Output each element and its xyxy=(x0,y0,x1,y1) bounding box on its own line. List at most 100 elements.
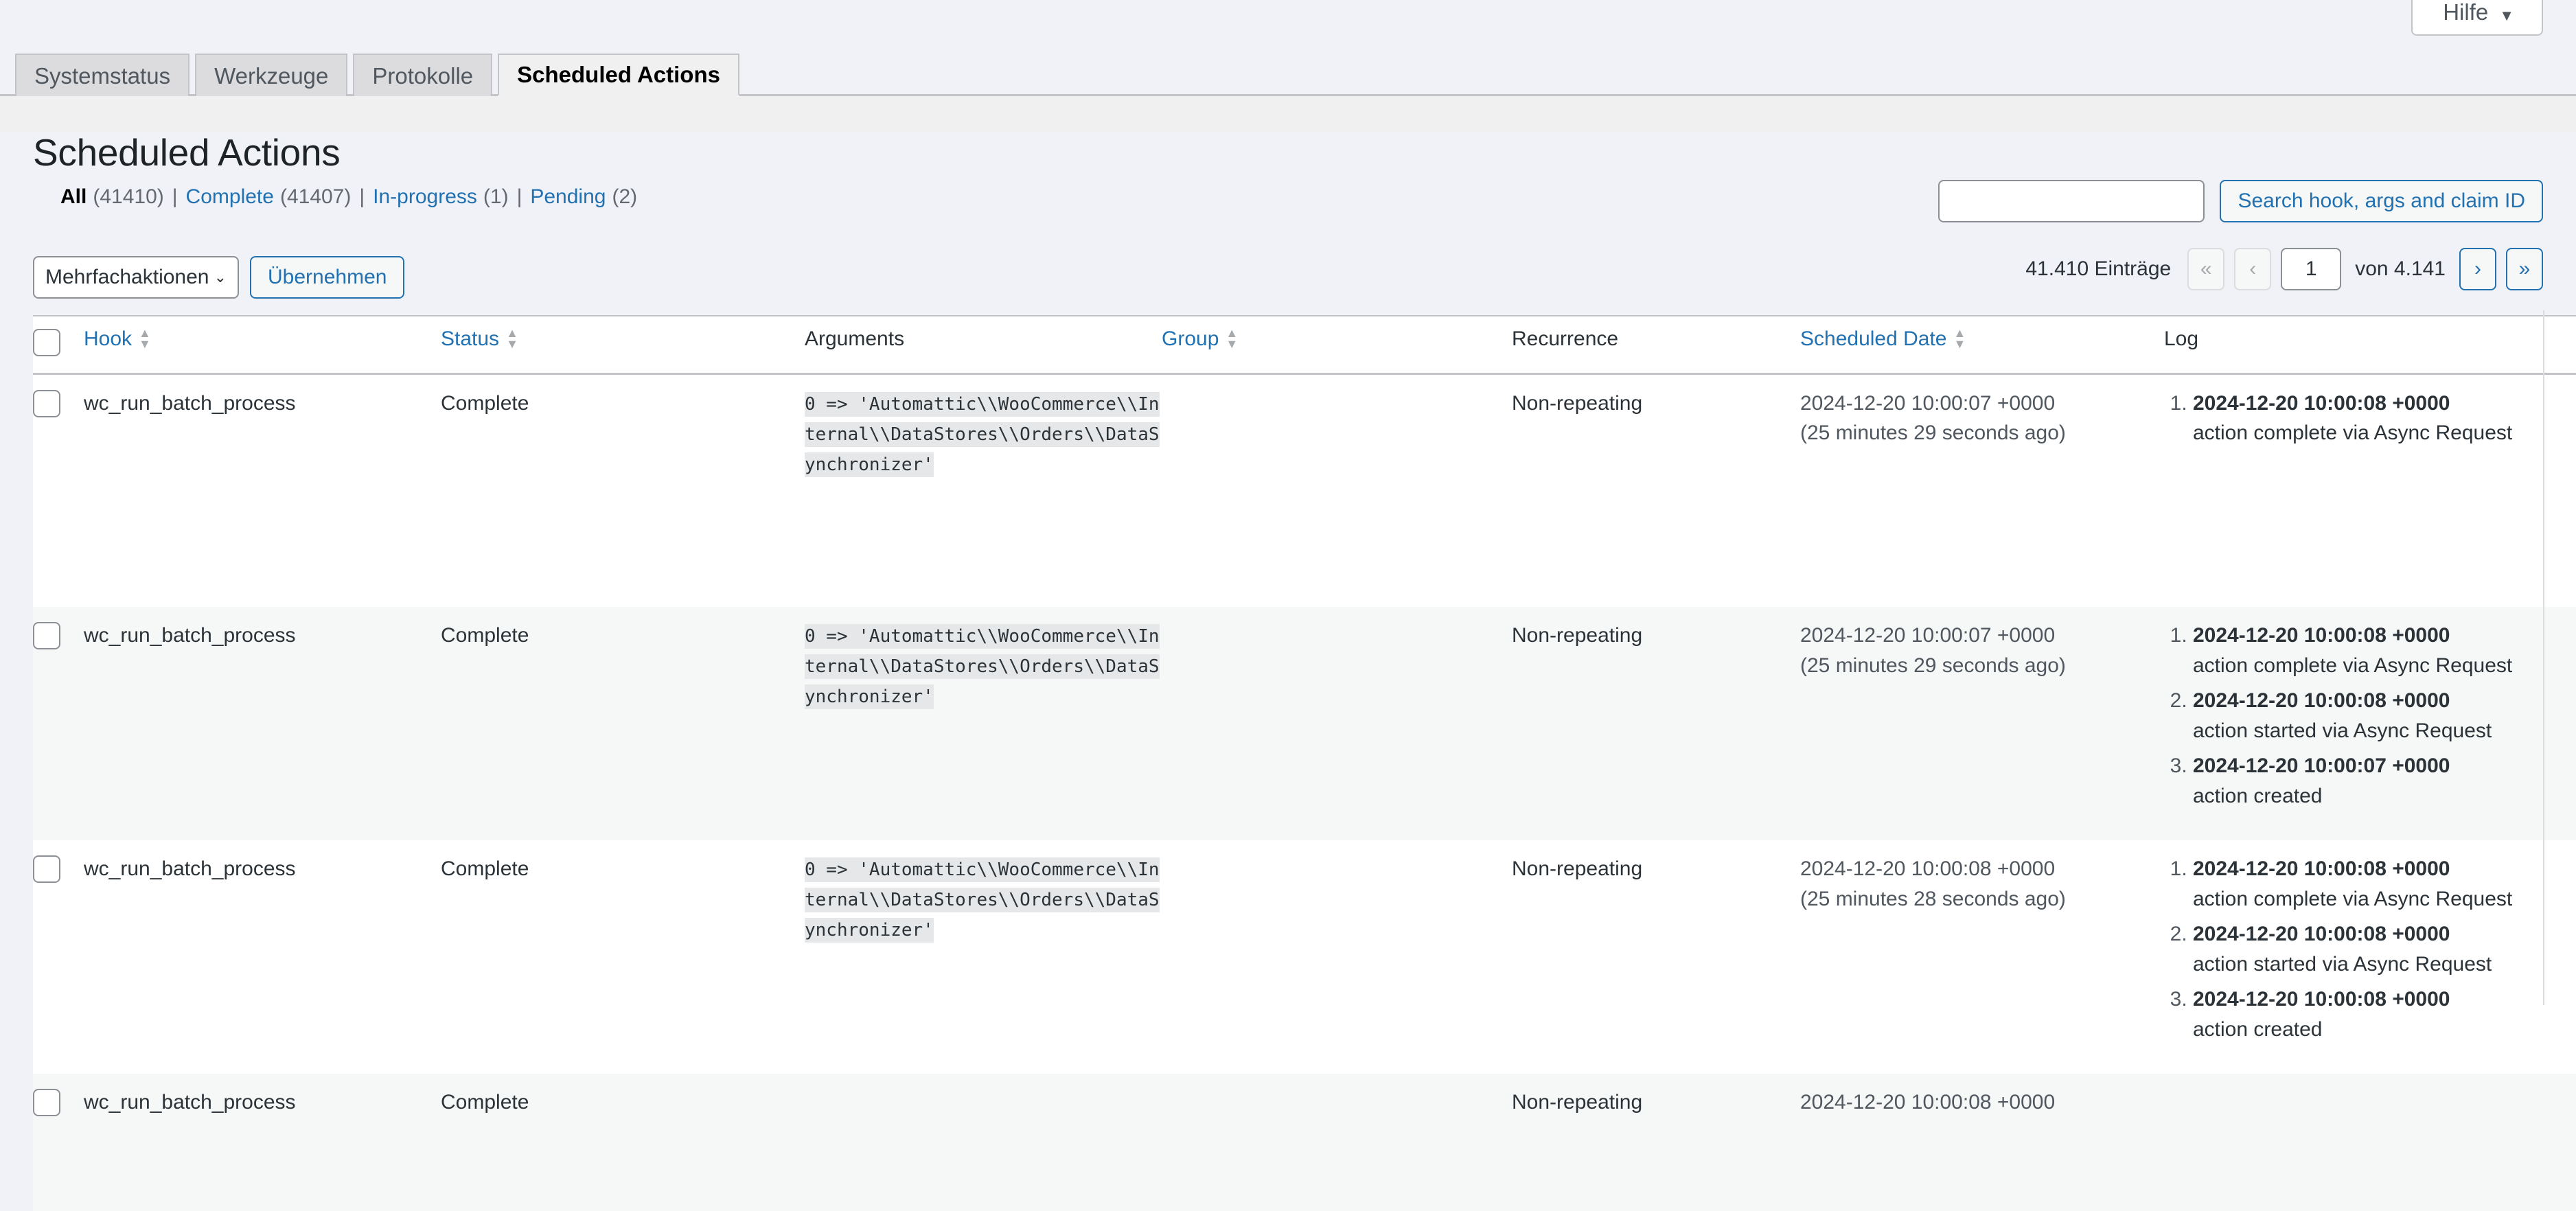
help-tab-label: Hilfe xyxy=(2443,1,2488,23)
cell-scheduled-date: 2024-12-20 10:00:08 +0000(25 minutes 28 … xyxy=(1800,840,2164,1074)
select-all-checkbox[interactable] xyxy=(33,329,60,356)
log-entry-timestamp: 2024-12-20 10:00:08 +0000 xyxy=(2193,984,2576,1015)
sort-link-scheduled-date[interactable]: Scheduled Date ▲ ▼ xyxy=(1800,327,1966,351)
filter-link-complete[interactable]: Complete xyxy=(186,185,274,209)
search-box: Search hook, args and claim ID xyxy=(1938,180,2543,222)
log-entry-message: action started via Async Request xyxy=(2193,949,2576,980)
cell-arguments xyxy=(805,1074,1162,1211)
row-select-cell xyxy=(33,840,84,1074)
chevron-down-icon: ⌄ xyxy=(214,268,227,286)
cell-scheduled-date: 2024-12-20 10:00:07 +0000(25 minutes 29 … xyxy=(1800,607,2164,840)
cell-arguments: 0 => 'Automattic\\WooCommerce\\Internal\… xyxy=(805,373,1162,607)
bulk-action-select[interactable]: Mehrfachaktionen ⌄ xyxy=(33,256,239,299)
log-list: 2024-12-20 10:00:08 +0000action complete… xyxy=(2164,854,2576,1044)
sort-arrows-icon: ▲ ▼ xyxy=(139,329,151,348)
table-row: wc_run_batch_processCompleteNon-repeatin… xyxy=(33,1074,2576,1211)
total-items-count: 41.410 Einträge xyxy=(2025,257,2171,281)
help-tab-button[interactable]: Hilfe ▼ xyxy=(2411,0,2543,36)
filter-link-pending[interactable]: Pending xyxy=(530,185,606,209)
column-header-log: Log xyxy=(2164,316,2576,374)
apply-bulk-action-button[interactable]: Übernehmen xyxy=(250,256,404,299)
first-page-button[interactable]: « xyxy=(2187,248,2224,290)
column-header-status: Status ▲ ▼ xyxy=(441,316,805,374)
cell-status: Complete xyxy=(441,373,805,607)
log-entry: 2024-12-20 10:00:08 +0000action complete… xyxy=(2193,389,2576,448)
page-wrap: Scheduled Actions All (41410) | Complete… xyxy=(0,132,2576,1211)
next-page-button[interactable]: › xyxy=(2459,248,2496,290)
sort-link-status[interactable]: Status ▲ ▼ xyxy=(441,327,518,351)
cell-hook: wc_run_batch_process xyxy=(84,607,441,840)
filter-count-pending: (2) xyxy=(612,185,637,209)
table-header-row: Hook ▲ ▼ Status ▲ ▼ xyxy=(33,316,2576,374)
scheduled-date-absolute: 2024-12-20 10:00:08 +0000 xyxy=(1800,857,2055,880)
log-entry-message: action started via Async Request xyxy=(2193,716,2576,746)
table-body: wc_run_batch_processComplete0 => 'Automa… xyxy=(33,373,2576,1211)
cell-group xyxy=(1162,607,1512,840)
cell-arguments: 0 => 'Automattic\\WooCommerce\\Internal\… xyxy=(805,840,1162,1074)
total-pages-label: von 4.141 xyxy=(2355,257,2446,281)
log-entry-timestamp: 2024-12-20 10:00:08 +0000 xyxy=(2193,621,2576,651)
filter-item-all: All (41410) | xyxy=(60,185,186,209)
row-select-checkbox[interactable] xyxy=(33,1089,60,1116)
tab-systemstatus[interactable]: Systemstatus xyxy=(15,54,189,96)
row-select-cell xyxy=(33,607,84,840)
scheduled-date-absolute: 2024-12-20 10:00:07 +0000 xyxy=(1800,392,2055,415)
sort-desc-icon: ▼ xyxy=(1954,340,1966,349)
column-label-log: Log xyxy=(2164,327,2198,350)
cell-log: 2024-12-20 10:00:08 +0000action complete… xyxy=(2164,607,2576,840)
cell-hook: wc_run_batch_process xyxy=(84,373,441,607)
filter-separator: | xyxy=(517,185,522,209)
last-page-button[interactable]: » xyxy=(2506,248,2543,290)
column-label-recurrence: Recurrence xyxy=(1512,327,1618,350)
cell-hook: wc_run_batch_process xyxy=(84,840,441,1074)
sort-link-hook[interactable]: Hook ▲ ▼ xyxy=(84,327,151,351)
sort-arrows-icon: ▲ ▼ xyxy=(1954,329,1966,348)
tab-scheduled-actions[interactable]: Scheduled Actions xyxy=(498,54,739,96)
log-entry-timestamp: 2024-12-20 10:00:08 +0000 xyxy=(2193,389,2576,419)
log-entry-message: action complete via Async Request xyxy=(2193,418,2576,448)
tab-protokolle[interactable]: Protokolle xyxy=(353,54,492,96)
cell-scheduled-date: 2024-12-20 10:00:08 +0000 xyxy=(1800,1074,2164,1211)
row-select-checkbox[interactable] xyxy=(33,390,60,417)
column-header-arguments: Arguments xyxy=(805,316,1162,374)
prev-page-button[interactable]: ‹ xyxy=(2234,248,2271,290)
filter-item-pending: Pending (2) xyxy=(530,185,637,209)
search-input[interactable] xyxy=(1938,180,2205,222)
page-title: Scheduled Actions xyxy=(33,132,2543,174)
arguments-code-block: 0 => 'Automattic\\WooCommerce\\Internal\… xyxy=(805,624,1160,709)
table-right-edge xyxy=(2543,310,2544,1005)
column-label-group: Group xyxy=(1162,327,1219,351)
filter-count-complete: (41407) xyxy=(280,185,351,209)
scheduled-date-relative: (25 minutes 29 seconds ago) xyxy=(1800,418,2164,448)
bulk-action-selected-label: Mehrfachaktionen xyxy=(45,266,209,289)
table-row: wc_run_batch_processComplete0 => 'Automa… xyxy=(33,373,2576,607)
search-submit-button[interactable]: Search hook, args and claim ID xyxy=(2220,180,2543,222)
filter-item-complete: Complete (41407) | xyxy=(186,185,373,209)
chevron-down-icon: ▼ xyxy=(2499,8,2514,23)
log-entry-message: action complete via Async Request xyxy=(2193,651,2576,681)
log-entry-timestamp: 2024-12-20 10:00:07 +0000 xyxy=(2193,751,2576,781)
row-select-checkbox[interactable] xyxy=(33,622,60,649)
tablenav-top: Mehrfachaktionen ⌄ Übernehmen 41.410 Ein… xyxy=(33,240,2543,315)
table-head: Hook ▲ ▼ Status ▲ ▼ xyxy=(33,316,2576,374)
log-entry: 2024-12-20 10:00:08 +0000action started … xyxy=(2193,919,2576,979)
sort-link-group[interactable]: Group ▲ ▼ xyxy=(1162,327,1238,351)
tab-werkzeuge[interactable]: Werkzeuge xyxy=(195,54,347,96)
cell-scheduled-date: 2024-12-20 10:00:07 +0000 (25 minutes 29 … xyxy=(1800,373,2164,607)
cell-recurrence: Non-repeating xyxy=(1512,607,1800,840)
sort-arrows-icon: ▲ ▼ xyxy=(506,329,518,348)
row-select-checkbox[interactable] xyxy=(33,855,60,883)
log-entry-message: action created xyxy=(2193,1015,2576,1045)
filter-separator: | xyxy=(359,185,365,209)
cell-group xyxy=(1162,840,1512,1074)
scheduled-date-relative: (25 minutes 29 seconds ago) xyxy=(1800,651,2164,681)
filter-link-in-progress[interactable]: In-progress xyxy=(373,185,477,209)
cell-recurrence: Non-repeating xyxy=(1512,1074,1800,1211)
column-label-scheduled-date: Scheduled Date xyxy=(1800,327,1947,351)
current-page-input[interactable] xyxy=(2281,248,2341,290)
log-entry: 2024-12-20 10:00:08 +0000action created xyxy=(2193,984,2576,1044)
filter-link-all[interactable]: All xyxy=(60,185,87,209)
log-list: 2024-12-20 10:00:08 +0000action complete… xyxy=(2164,621,2576,811)
table-row: wc_run_batch_processComplete0 => 'Automa… xyxy=(33,840,2576,1074)
log-list: 2024-12-20 10:00:08 +0000action complete… xyxy=(2164,389,2576,448)
